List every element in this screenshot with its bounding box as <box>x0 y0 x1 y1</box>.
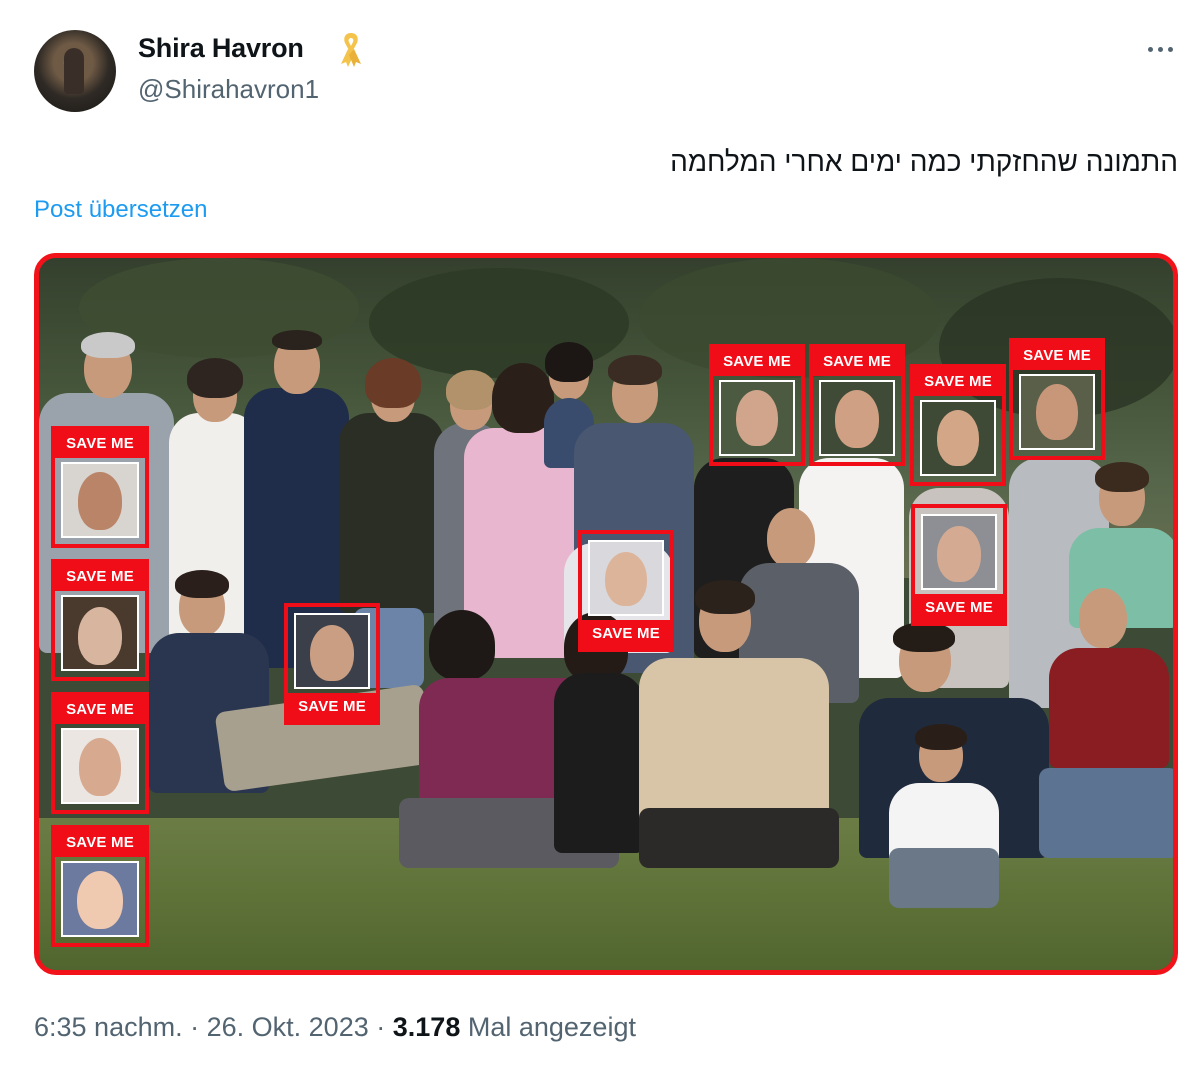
translate-link[interactable]: Post übersetzen <box>34 196 207 224</box>
tweet-text: התמונה שהחזקתי כמה ימים אחרי המלחמה <box>670 146 1178 177</box>
author-name[interactable]: Shira Havron <box>138 33 304 64</box>
save-me-tag: SAVE ME <box>51 692 149 814</box>
save-me-tag: SAVE ME <box>284 603 380 725</box>
meta-separator: · <box>190 1012 200 1042</box>
save-me-tag: SAVE ME <box>1009 338 1105 460</box>
save-me-tag: SAVE ME <box>51 825 149 947</box>
save-me-tag: SAVE ME <box>51 426 149 548</box>
avatar[interactable] <box>34 30 116 112</box>
group-photo-scene: SAVE ME SAVE ME SAVE ME SAVE ME SAVE ME … <box>39 258 1173 970</box>
author-handle[interactable]: @Shirahavron1 <box>138 74 319 105</box>
tweet-photo[interactable]: SAVE ME SAVE ME SAVE ME SAVE ME SAVE ME … <box>34 253 1178 975</box>
views-label: Mal angezeigt <box>467 1012 636 1042</box>
save-me-tag: SAVE ME <box>809 344 905 466</box>
tweet-meta: 6:35 nachm. · 26. Okt. 2023 · 3.178 Mal … <box>34 1012 636 1043</box>
save-me-tag: SAVE ME <box>709 344 805 466</box>
more-options-icon[interactable] <box>1140 36 1180 62</box>
save-me-tag: SAVE ME <box>911 504 1007 626</box>
save-me-tag: SAVE ME <box>910 364 1006 486</box>
views-count: 3.178 <box>392 1012 461 1042</box>
meta-separator: · <box>376 1012 386 1042</box>
save-me-tag: SAVE ME <box>51 559 149 681</box>
ribbon-icon <box>341 33 361 67</box>
save-me-tag: SAVE ME <box>578 530 674 652</box>
tweet-time[interactable]: 6:35 nachm. <box>34 1012 183 1042</box>
tweet-date[interactable]: 26. Okt. 2023 <box>207 1012 369 1042</box>
